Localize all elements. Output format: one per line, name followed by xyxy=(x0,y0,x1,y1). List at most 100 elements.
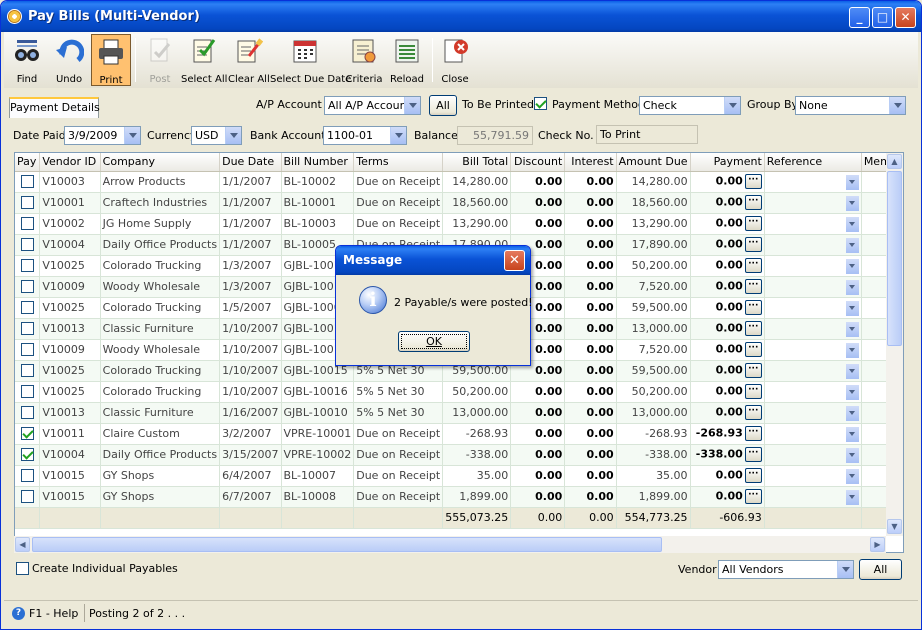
bill-total-cell[interactable]: 14,280.00 xyxy=(442,171,512,193)
table-row[interactable]: V10003 Arrow Products 1/1/2007 BL-10002 Due … xyxy=(15,171,903,193)
company-cell[interactable]: JG Home Supply xyxy=(100,213,221,235)
payment-cell[interactable]: 0.00 ··· xyxy=(690,213,765,235)
payment-cell[interactable]: 0.00 ··· xyxy=(690,171,765,193)
terms-cell[interactable]: Due on Receipt xyxy=(353,486,444,508)
chevron-down-icon[interactable] xyxy=(845,279,859,295)
interest-cell[interactable]: 0.00 xyxy=(564,360,617,382)
amount-due-cell[interactable]: 18,560.00 xyxy=(616,192,691,214)
ellipsis-icon[interactable]: ··· xyxy=(744,195,762,210)
chevron-down-icon[interactable] xyxy=(845,405,859,421)
chevron-down-icon[interactable] xyxy=(724,97,740,114)
bill-number-cell[interactable]: BL-10007 xyxy=(281,465,355,487)
company-cell[interactable]: Colorado Trucking xyxy=(100,360,221,382)
ellipsis-icon[interactable]: ··· xyxy=(744,384,762,399)
ellipsis-icon[interactable]: ··· xyxy=(744,489,762,504)
reference-cell[interactable] xyxy=(764,234,862,256)
chevron-down-icon[interactable] xyxy=(845,363,859,379)
reference-cell[interactable] xyxy=(764,171,862,193)
due-date-cell[interactable]: 6/4/2007 xyxy=(219,465,282,487)
ellipsis-icon[interactable]: ··· xyxy=(744,405,762,420)
pay-checkbox[interactable] xyxy=(20,259,34,273)
table-row[interactable]: V10015 GY Shops 6/7/2007 BL-10008 Due on Rec… xyxy=(15,486,903,508)
print-button[interactable]: Print xyxy=(91,34,131,86)
reference-cell[interactable] xyxy=(764,423,862,445)
reference-cell[interactable] xyxy=(764,360,862,382)
due-date-cell[interactable]: 1/1/2007 xyxy=(219,171,282,193)
pay-checkbox[interactable] xyxy=(20,322,34,336)
pay-cell[interactable] xyxy=(15,402,41,424)
chevron-down-icon[interactable] xyxy=(889,97,905,114)
tab-payment-details[interactable]: Payment Details xyxy=(9,97,100,118)
bill-total-cell[interactable]: 50,200.00 xyxy=(442,381,512,403)
vendor-id-cell[interactable]: V10013 xyxy=(39,402,101,424)
due-date-cell[interactable]: 1/1/2007 xyxy=(219,213,282,235)
reference-cell[interactable] xyxy=(764,465,862,487)
payment-cell[interactable]: 0.00 ··· xyxy=(690,255,765,277)
vertical-scroll-thumb[interactable] xyxy=(887,171,902,346)
company-cell[interactable]: Daily Office Products xyxy=(100,444,221,466)
chevron-down-icon[interactable] xyxy=(837,561,853,578)
company-cell[interactable]: Classic Furniture xyxy=(100,402,221,424)
payment-cell[interactable]: 0.00 ··· xyxy=(690,192,765,214)
pay-cell[interactable] xyxy=(15,423,41,445)
pay-cell[interactable] xyxy=(15,213,41,235)
chevron-down-icon[interactable] xyxy=(845,237,859,253)
vendor-id-cell[interactable]: V10025 xyxy=(39,360,101,382)
company-cell[interactable]: Classic Furniture xyxy=(100,318,221,340)
pay-cell[interactable] xyxy=(15,318,41,340)
bill-total-cell[interactable]: -338.00 xyxy=(442,444,512,466)
column-header-pay[interactable]: Pay xyxy=(15,153,41,172)
table-row[interactable]: V10025 Colorado Trucking 1/10/2007 GJBL-100… xyxy=(15,381,903,403)
chevron-down-icon[interactable] xyxy=(124,127,140,144)
ellipsis-icon[interactable]: ··· xyxy=(744,468,762,483)
payment-cell[interactable]: 0.00 ··· xyxy=(690,339,765,361)
interest-cell[interactable]: 0.00 xyxy=(564,318,617,340)
pay-checkbox[interactable] xyxy=(20,448,34,462)
bill-number-cell[interactable]: BL-10002 xyxy=(281,171,355,193)
interest-cell[interactable]: 0.00 xyxy=(564,444,617,466)
discount-cell[interactable]: 0.00 xyxy=(510,423,566,445)
amount-due-cell[interactable]: -268.93 xyxy=(616,423,691,445)
vendor-id-cell[interactable]: V10025 xyxy=(39,255,101,277)
clear-all-button[interactable]: Clear All xyxy=(228,34,270,86)
payment-cell[interactable]: 0.00 ··· xyxy=(690,465,765,487)
vendor-id-cell[interactable]: V10004 xyxy=(39,444,101,466)
amount-due-cell[interactable]: 50,200.00 xyxy=(616,255,691,277)
date-paid-picker[interactable]: 3/9/2009 xyxy=(64,126,141,145)
chevron-down-icon[interactable] xyxy=(845,258,859,274)
group-by-select[interactable]: None xyxy=(795,96,906,115)
amount-due-cell[interactable]: 14,280.00 xyxy=(616,171,691,193)
column-header-due-date[interactable]: Due Date xyxy=(219,153,282,172)
find-button[interactable]: Find xyxy=(8,34,46,86)
bill-number-cell[interactable]: VPRE-10002 xyxy=(281,444,355,466)
discount-cell[interactable]: 0.00 xyxy=(510,402,566,424)
post-button[interactable]: Post xyxy=(141,34,179,86)
pay-checkbox[interactable] xyxy=(20,427,34,441)
reference-cell[interactable] xyxy=(764,339,862,361)
reference-cell[interactable] xyxy=(764,402,862,424)
payment-method-checkbox[interactable] xyxy=(534,97,547,110)
scroll-down-icon[interactable]: ▼ xyxy=(887,519,902,534)
criteria-button[interactable]: Criteria xyxy=(344,34,384,86)
column-header-company[interactable]: Company xyxy=(100,153,221,172)
currency-select[interactable]: USD xyxy=(191,126,242,145)
interest-cell[interactable]: 0.00 xyxy=(564,171,617,193)
close-button[interactable]: Close xyxy=(436,34,474,86)
chevron-down-icon[interactable] xyxy=(845,216,859,232)
column-header-amount-due[interactable]: Amount Due xyxy=(616,153,691,172)
vertical-scrollbar[interactable]: ▲ ▼ xyxy=(886,153,903,536)
ellipsis-icon[interactable]: ··· xyxy=(744,174,762,189)
reference-cell[interactable] xyxy=(764,192,862,214)
due-date-cell[interactable]: 1/10/2007 xyxy=(219,381,282,403)
reference-cell[interactable] xyxy=(764,213,862,235)
payment-cell[interactable]: 0.00 ··· xyxy=(690,234,765,256)
vendor-id-cell[interactable]: V10009 xyxy=(39,339,101,361)
vendor-id-cell[interactable]: V10025 xyxy=(39,381,101,403)
pay-checkbox[interactable] xyxy=(20,175,34,189)
ellipsis-icon[interactable]: ··· xyxy=(744,216,762,231)
pay-cell[interactable] xyxy=(15,444,41,466)
reference-cell[interactable] xyxy=(764,297,862,319)
payment-cell[interactable]: -338.00 ··· xyxy=(690,444,765,466)
payment-cell[interactable]: 0.00 ··· xyxy=(690,318,765,340)
minimize-button[interactable]: _ xyxy=(849,7,870,28)
